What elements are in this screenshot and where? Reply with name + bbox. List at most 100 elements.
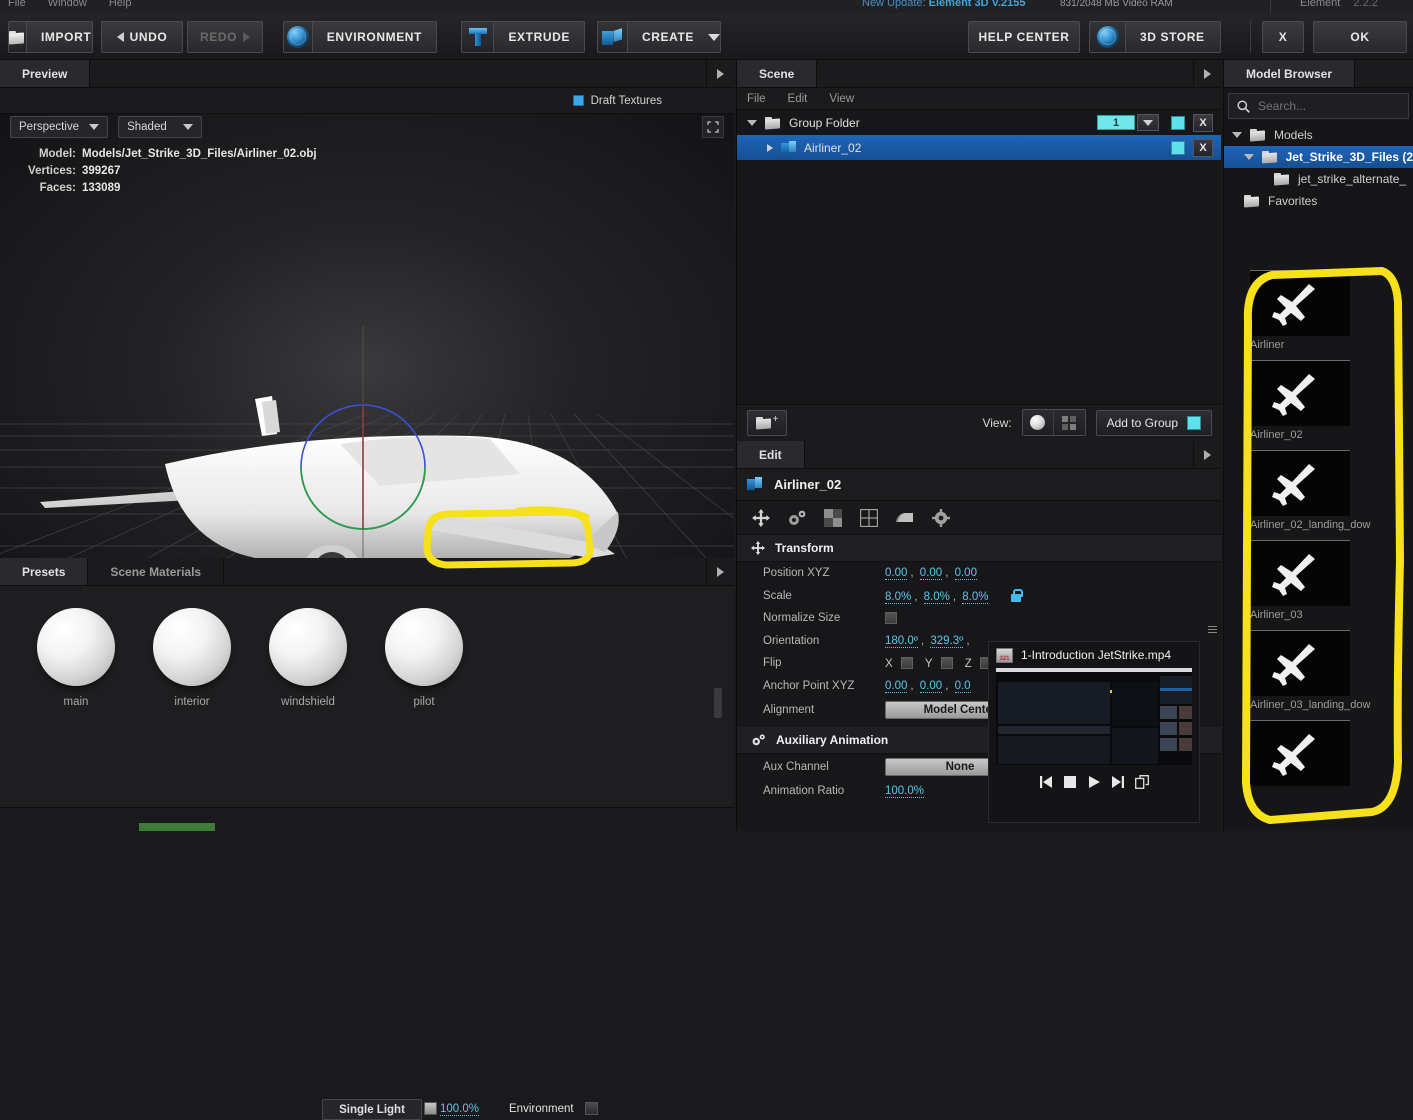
anchor-x-value[interactable]: 0.00 <box>885 679 908 693</box>
video-next-button[interactable] <box>1106 771 1130 793</box>
model-list-item[interactable]: Airliner <box>1224 270 1413 351</box>
video-popout-button[interactable] <box>1130 771 1154 793</box>
add-to-group-checkbox[interactable] <box>1187 415 1201 430</box>
chevron-down-icon[interactable] <box>1232 132 1242 138</box>
light-mode-dropdown[interactable]: Single Light <box>322 1099 422 1120</box>
add-to-group-button[interactable]: Add to Group <box>1095 409 1212 436</box>
tab-scene[interactable]: Scene <box>737 60 818 87</box>
menu-file[interactable]: File <box>8 0 26 9</box>
scene-menu-file[interactable]: File <box>747 93 766 105</box>
geometry-category-icon[interactable] <box>887 502 923 534</box>
model-thumbnail[interactable] <box>1250 720 1350 786</box>
view-grid-button[interactable] <box>1053 410 1085 435</box>
scene-tree-row-group-folder[interactable]: Group Folder 1 X <box>737 110 1221 135</box>
extrude-button[interactable]: EXTRUDE <box>461 21 585 53</box>
scale-z-value[interactable]: 8.0% <box>962 590 989 604</box>
model-thumbnail[interactable] <box>1250 360 1350 426</box>
group-count-dropdown[interactable] <box>1137 114 1159 131</box>
orientation-x-value[interactable]: 180.0º <box>885 634 918 648</box>
menu-window[interactable]: Window <box>48 0 87 9</box>
tab-preview[interactable]: Preview <box>0 60 91 87</box>
tab-model-browser[interactable]: Model Browser <box>1224 60 1356 87</box>
tab-presets[interactable]: Presets <box>0 558 89 585</box>
visibility-toggle[interactable] <box>1171 141 1185 155</box>
model-thumbnail[interactable] <box>1250 270 1350 336</box>
material-item[interactable]: interior <box>134 608 250 708</box>
model-list-item[interactable]: Airliner_03_landing_dow <box>1224 630 1413 711</box>
new-folder-button[interactable]: + <box>747 409 787 436</box>
viewport-expand-button[interactable] <box>702 116 724 138</box>
environment-toggle-label[interactable]: Environment <box>509 1103 574 1115</box>
model-list-item[interactable] <box>1224 720 1413 789</box>
lock-aspect-icon[interactable] <box>1010 588 1024 603</box>
cancel-button[interactable]: X <box>1262 21 1304 53</box>
chevron-down-icon[interactable] <box>1244 154 1254 160</box>
video-stop-button[interactable] <box>1058 771 1082 793</box>
scale-y-value[interactable]: 8.0% <box>923 590 950 604</box>
anchor-z-value[interactable]: 0.0 <box>954 679 971 693</box>
video-previous-button[interactable] <box>1034 771 1058 793</box>
position-x-value[interactable]: 0.00 <box>885 567 908 581</box>
environment-button[interactable]: ENVIRONMENT <box>283 21 437 53</box>
delete-button[interactable]: X <box>1193 139 1213 157</box>
material-item[interactable]: main <box>18 608 134 708</box>
uv-category-icon[interactable] <box>851 502 887 534</box>
anchor-y-value[interactable]: 0.00 <box>919 679 943 693</box>
model-list-item[interactable]: Airliner_03 <box>1224 540 1413 621</box>
settings-category-icon[interactable] <box>923 502 959 534</box>
light-color-swatch[interactable] <box>424 1102 437 1115</box>
scale-x-value[interactable]: 8.0% <box>885 590 912 604</box>
group-count-field[interactable]: 1 <box>1097 115 1135 130</box>
scene-menu-view[interactable]: View <box>829 93 854 105</box>
tab-scene-materials[interactable]: Scene Materials <box>88 558 225 585</box>
animation-ratio-value[interactable]: 100.0% <box>885 785 925 799</box>
flip-x-checkbox[interactable] <box>900 656 913 669</box>
material-item[interactable]: windshield <box>250 608 366 708</box>
update-notice[interactable]: New Update: Element 3D V.2155 <box>862 0 1025 9</box>
orientation-y-value[interactable]: 329.3º <box>930 634 964 648</box>
model-list-item[interactable]: Airliner_02_landing_dow <box>1224 450 1413 531</box>
shading-dropdown[interactable]: Shaded <box>118 116 203 138</box>
redo-button[interactable]: REDO <box>187 21 263 53</box>
visibility-toggle[interactable] <box>1171 116 1185 130</box>
search-input[interactable] <box>1258 99 1388 113</box>
chevron-down-icon[interactable] <box>747 119 757 126</box>
scene-tree-row-airliner-02[interactable]: Airliner_02 X <box>737 135 1221 160</box>
video-player-overlay[interactable]: 321 1-Introduction JetStrike.mp4 <box>988 641 1200 823</box>
material-item[interactable]: pilot <box>366 608 482 708</box>
flip-y-checkbox[interactable] <box>940 656 953 669</box>
position-z-value[interactable]: 0.00 <box>954 567 977 581</box>
model-thumbnail-list[interactable]: Airliner Airliner_02 Airliner_02_landing… <box>1224 270 1413 891</box>
texture-category-icon[interactable] <box>815 502 851 534</box>
draft-textures-checkbox[interactable] <box>572 95 584 106</box>
model-tree-row-alternate[interactable]: jet_strike_alternate_ <box>1224 168 1413 190</box>
model-search-row[interactable] <box>1228 93 1409 119</box>
presets-scrollbar[interactable] <box>714 688 722 718</box>
perspective-dropdown[interactable]: Perspective <box>10 116 109 138</box>
video-play-button[interactable] <box>1082 771 1106 793</box>
help-center-button[interactable]: HELP CENTER <box>968 21 1080 53</box>
presets-panel-menu-button[interactable] <box>706 558 734 585</box>
transform-section-header[interactable]: Transform <box>737 535 1221 562</box>
model-tree-row-models[interactable]: Models <box>1224 124 1413 146</box>
undo-button[interactable]: UNDO <box>101 21 183 53</box>
edit-panel-scroll-handle[interactable] <box>1208 624 1217 634</box>
edit-panel-menu-button[interactable] <box>1193 441 1221 468</box>
ok-button[interactable]: OK <box>1313 21 1407 53</box>
model-tree-row-jet-strike[interactable]: Jet_Strike_3D_Files (2 <box>1224 146 1413 168</box>
light-intensity-value[interactable]: 100.0% <box>440 1103 480 1116</box>
scene-panel-menu-button[interactable] <box>1193 60 1221 87</box>
preview-panel-menu-button[interactable] <box>706 60 734 87</box>
create-button[interactable]: CREATE <box>597 21 721 53</box>
delete-button[interactable]: X <box>1193 114 1213 132</box>
tab-edit[interactable]: Edit <box>737 441 805 468</box>
menu-help[interactable]: Help <box>109 0 132 9</box>
import-button[interactable]: IMPORT <box>8 21 93 53</box>
animation-category-icon[interactable] <box>779 502 815 534</box>
model-tree-row-favorites[interactable]: Favorites <box>1224 190 1413 212</box>
normalize-size-checkbox[interactable] <box>885 612 897 625</box>
scene-menu-edit[interactable]: Edit <box>788 93 808 105</box>
video-frame[interactable] <box>996 668 1192 765</box>
environment-color-swatch[interactable] <box>585 1102 598 1115</box>
transform-category-icon[interactable] <box>743 502 779 534</box>
